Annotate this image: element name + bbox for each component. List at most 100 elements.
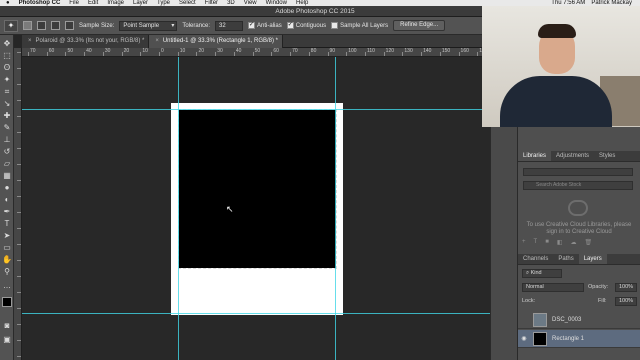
ruler-tick-label: 50 (67, 48, 73, 54)
blur-tool-icon[interactable]: ● (2, 183, 12, 193)
pen-tool-icon[interactable]: ✒ (2, 207, 12, 217)
healing-tool-icon[interactable]: ✚ (2, 111, 12, 121)
crop-tool-icon[interactable]: ⌗ (2, 87, 12, 97)
quick-mask-icon[interactable]: ◙ (2, 321, 12, 331)
library-search-input[interactable]: Search Adobe Stock (523, 181, 633, 190)
shape-tool-icon[interactable]: ▭ (2, 243, 12, 253)
ruler-tick (28, 52, 29, 56)
ruler-tick (252, 52, 254, 56)
more-tools-icon[interactable]: … (2, 281, 12, 291)
gradient-tool-icon[interactable]: ▦ (2, 171, 12, 181)
tab-styles[interactable]: Styles (594, 151, 620, 161)
refine-edge-button[interactable]: Refine Edge... (393, 20, 446, 31)
stamp-tool-icon[interactable]: ⊥ (2, 135, 12, 145)
guide-vertical[interactable] (335, 57, 336, 360)
ruler-tick (17, 292, 21, 293)
guide-vertical[interactable] (178, 57, 179, 360)
rectangle-1-selection[interactable] (178, 109, 337, 269)
cloud-icon[interactable]: ☁ (570, 239, 576, 246)
add-text-icon[interactable]: T (534, 239, 538, 246)
tab-label: Untitled-1 @ 33.3% (Rectangle 1, RGB/8) … (162, 38, 278, 44)
add-selection-icon[interactable] (37, 21, 46, 30)
tab-libraries[interactable]: Libraries (518, 151, 552, 161)
ruler-tick-label: 40 (235, 48, 242, 54)
move-tool-icon[interactable]: ✥ (2, 39, 12, 49)
ruler-tick (17, 356, 21, 357)
ruler-tick (17, 68, 21, 69)
sample-size-select[interactable]: Point Sample (119, 20, 178, 31)
ruler-tick (17, 164, 21, 165)
close-icon[interactable]: × (155, 35, 159, 48)
hand-tool-icon[interactable]: ✋ (2, 255, 12, 265)
layer-thumbnail (533, 312, 547, 327)
ruler-tick (46, 52, 48, 56)
add-icon[interactable]: + (522, 239, 526, 246)
document-canvas[interactable]: ↖ (22, 57, 490, 360)
layer-kind-filter[interactable]: ⌕ Kind (522, 269, 562, 278)
ruler-tick (17, 148, 21, 149)
screen-mode-icon[interactable]: ▣ (2, 335, 12, 345)
lasso-tool-icon[interactable]: ʘ (2, 63, 12, 73)
ruler-tick-label: 10 (179, 48, 186, 54)
tab-channels[interactable]: Channels (518, 254, 553, 264)
intersect-selection-icon[interactable] (65, 21, 74, 30)
ruler-tick (17, 308, 21, 309)
layer-row-selected[interactable]: ◉ Rectangle 1 (518, 330, 640, 348)
subtract-selection-icon[interactable] (51, 21, 60, 30)
eraser-tool-icon[interactable]: ▱ (2, 159, 12, 169)
type-tool-icon[interactable]: T (2, 219, 12, 229)
ruler-tick (364, 52, 366, 56)
ruler-tick-label: 160 (460, 48, 469, 54)
eyedropper-tool-icon[interactable]: ↘ (2, 99, 12, 109)
layer-name: DSC_0003 (552, 316, 582, 323)
ruler-tick (17, 340, 21, 341)
blend-mode-select[interactable]: Normal (522, 283, 584, 292)
library-select[interactable] (523, 168, 633, 176)
new-selection-icon[interactable] (23, 21, 32, 30)
ruler-tick-label: 0 (161, 48, 164, 54)
add-color-icon[interactable]: ■ (545, 239, 549, 246)
tolerance-label: Tolerance: (182, 22, 211, 29)
ruler-tick (17, 196, 21, 197)
anti-alias-checkbox[interactable]: ✓ Anti-alias (248, 22, 282, 29)
magic-wand-preset-icon[interactable]: ✦ (4, 19, 18, 32)
ruler-tick-label: 30 (104, 48, 111, 54)
ruler-tick (17, 116, 21, 117)
magic-wand-tool-icon[interactable]: ✦ (2, 75, 12, 85)
layers-panel-tabs: Channels Paths Layers (518, 254, 640, 265)
contiguous-checkbox[interactable]: ✓ Contiguous (286, 22, 326, 29)
ruler-tick-label: 60 (273, 48, 279, 54)
tab-untitled-1[interactable]: × Untitled-1 @ 33.3% (Rectangle 1, RGB/8… (149, 35, 283, 48)
path-selection-icon[interactable]: ➤ (2, 231, 12, 241)
add-layer-icon[interactable]: ◧ (557, 239, 563, 246)
layer-row[interactable]: DSC_0003 (518, 311, 640, 329)
anti-alias-label: Anti-alias (257, 22, 282, 29)
marquee-tool-icon[interactable]: ⬚ (2, 51, 12, 61)
tab-paths[interactable]: Paths (553, 254, 578, 264)
vertical-ruler[interactable] (14, 48, 22, 360)
foreground-color-swatch[interactable] (2, 297, 12, 307)
guide-horizontal[interactable] (22, 313, 490, 314)
fill-input[interactable]: 100% (615, 297, 637, 306)
tolerance-input[interactable]: 32 (215, 20, 244, 31)
horizontal-ruler[interactable]: 70 60 50 40 30 20 10 0 10 20 30 40 50 60 70 80 90 100 110 1… (22, 48, 490, 57)
trash-icon[interactable]: 🗑 (584, 239, 592, 246)
zoom-tool-icon[interactable]: ⚲ (2, 267, 12, 277)
tab-layers[interactable]: Layers (578, 254, 607, 264)
brush-tool-icon[interactable]: ✎ (2, 123, 12, 133)
opacity-input[interactable]: 100% (615, 283, 637, 292)
sample-all-layers-checkbox[interactable]: Sample All Layers (331, 22, 388, 29)
tab-polaroid[interactable]: × Polaroid @ 33.3% (Its not your, RGB/8)… (22, 35, 150, 48)
ruler-tick (327, 52, 329, 56)
tab-adjustments[interactable]: Adjustments (551, 151, 594, 161)
eye-icon[interactable]: ◉ (518, 335, 530, 342)
ruler-tick (308, 52, 310, 56)
ruler-tick (421, 52, 423, 56)
history-brush-icon[interactable]: ↺ (2, 147, 12, 157)
guide-horizontal[interactable] (22, 109, 490, 110)
right-panel-dock: Libraries Adjustments Styles Search Adob… (518, 126, 640, 360)
sample-all-layers-label: Sample All Layers (340, 22, 389, 29)
library-actions: + T ■ ◧ ☁ 🗑 (522, 239, 636, 246)
close-icon[interactable]: × (28, 35, 32, 48)
dodge-tool-icon[interactable]: ◐ (2, 195, 12, 205)
